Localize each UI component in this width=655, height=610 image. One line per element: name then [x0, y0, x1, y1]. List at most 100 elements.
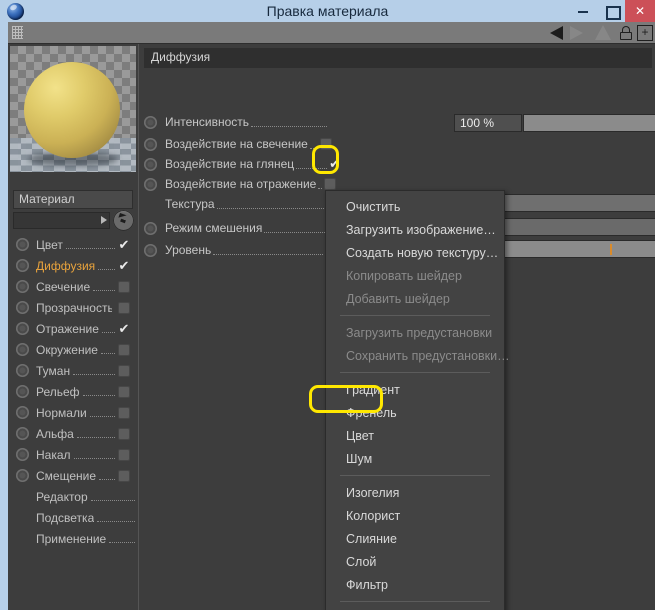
- channel-item[interactable]: Свечение: [8, 276, 138, 297]
- cursor-pick-icon[interactable]: [113, 210, 134, 231]
- menu-item[interactable]: Колорист: [326, 504, 504, 527]
- channel-radio[interactable]: [16, 448, 29, 461]
- channel-checkbox[interactable]: [118, 427, 130, 440]
- search-input[interactable]: [13, 212, 110, 229]
- channel-item[interactable]: Редактор: [8, 486, 138, 507]
- menu-item[interactable]: Создать новую текстуру…: [326, 241, 504, 264]
- row-label: Воздействие на глянец: [165, 157, 295, 171]
- menu-item[interactable]: Цвет: [326, 424, 504, 447]
- channel-item[interactable]: Прозрачность: [8, 297, 138, 318]
- menu-item[interactable]: Градиент: [326, 378, 504, 401]
- channel-radio[interactable]: [16, 469, 29, 482]
- client-area: + Материал Цвет ✔ Диффузия ✔ Свечение Прозрач…: [8, 22, 655, 610]
- menu-item[interactable]: Изогелия: [326, 481, 504, 504]
- channel-item[interactable]: Нормали: [8, 402, 138, 423]
- channel-item[interactable]: Подсветка: [8, 507, 138, 528]
- channel-label: Свечение: [36, 279, 91, 294]
- add-button[interactable]: +: [637, 25, 653, 41]
- channel-radio[interactable]: [16, 385, 29, 398]
- channel-item[interactable]: Применение: [8, 528, 138, 549]
- material-sidebar: Материал Цвет ✔ Диффузия ✔ Свечение Прозрачно…: [8, 44, 138, 610]
- channel-checkbox[interactable]: ✔: [118, 238, 130, 251]
- channel-checkbox[interactable]: [118, 364, 130, 377]
- minimize-button[interactable]: [569, 0, 597, 22]
- channel-radio[interactable]: [16, 301, 29, 314]
- channel-checkbox[interactable]: [118, 385, 130, 398]
- dot-leader: [97, 513, 135, 522]
- menu-item[interactable]: Фильтр: [326, 573, 504, 596]
- close-button[interactable]: [625, 0, 655, 22]
- menu-item[interactable]: Френель: [326, 401, 504, 424]
- material-editor-window: Правка материала + Материал: [0, 0, 655, 610]
- row-radio[interactable]: [144, 137, 157, 151]
- affect-luminance-checkbox[interactable]: [319, 138, 332, 150]
- channel-item[interactable]: Диффузия ✔: [8, 255, 138, 276]
- preview-sphere: [24, 62, 120, 158]
- channel-label: Смещение: [36, 468, 97, 483]
- grip-icon[interactable]: [12, 26, 23, 39]
- channel-radio[interactable]: [16, 406, 29, 419]
- lock-icon[interactable]: [620, 26, 632, 40]
- channel-label: Применение: [36, 531, 107, 546]
- channel-checkbox[interactable]: [118, 469, 130, 482]
- channel-item[interactable]: Цвет ✔: [8, 234, 138, 255]
- cone-icon[interactable]: [595, 25, 611, 40]
- menu-item-label: Шум: [346, 451, 373, 466]
- menu-item[interactable]: Шум: [326, 447, 504, 470]
- intensity-slider[interactable]: [523, 114, 655, 132]
- intensity-input[interactable]: 100 %: [454, 114, 522, 132]
- texture-context-menu: Очистить Загрузить изображение… Создать но…: [325, 190, 510, 610]
- channel-checkbox[interactable]: [118, 448, 130, 461]
- row-radio[interactable]: [144, 221, 157, 235]
- channel-item[interactable]: Отражение ✔: [8, 318, 138, 339]
- menu-item[interactable]: Загрузить изображение…: [326, 218, 504, 241]
- channel-checkbox[interactable]: ✔: [118, 322, 130, 335]
- channel-checkbox[interactable]: [118, 343, 130, 356]
- material-name-field[interactable]: Материал: [13, 190, 133, 209]
- dot-leader: [101, 324, 115, 333]
- channel-item[interactable]: Окружение: [8, 339, 138, 360]
- dot-leader: [251, 118, 328, 127]
- channel-radio[interactable]: [16, 259, 29, 272]
- window-title: Правка материала: [266, 3, 389, 19]
- channel-item[interactable]: Накал: [8, 444, 138, 465]
- channel-radio[interactable]: [16, 364, 29, 377]
- channel-item[interactable]: Смещение: [8, 465, 138, 486]
- menu-item[interactable]: Очистить: [326, 195, 504, 218]
- affect-specular-checkbox[interactable]: ✔: [329, 157, 342, 170]
- channel-radio[interactable]: [16, 343, 29, 356]
- menu-item-label: Френель: [346, 405, 397, 420]
- channel-checkbox[interactable]: ✔: [118, 259, 130, 272]
- row-radio[interactable]: [144, 243, 157, 257]
- channel-radio[interactable]: [16, 322, 29, 335]
- channel-label: Прозрачность: [36, 300, 112, 315]
- nav-forward-arrow-icon[interactable]: [570, 26, 583, 40]
- slider-marker: [610, 244, 612, 255]
- channel-radio[interactable]: [16, 427, 29, 440]
- channel-item[interactable]: Альфа: [8, 423, 138, 444]
- affect-reflection-checkbox[interactable]: [324, 178, 337, 190]
- menu-item[interactable]: Слияние: [326, 527, 504, 550]
- channel-checkbox[interactable]: [118, 301, 130, 314]
- menu-item-label: Фильтр: [346, 577, 388, 592]
- dot-leader: [73, 450, 115, 459]
- channel-label: Подсветка: [36, 510, 95, 525]
- dot-leader: [82, 387, 115, 396]
- dot-leader: [98, 261, 115, 270]
- channel-radio[interactable]: [16, 280, 29, 293]
- menu-item: Добавить шейдер: [326, 287, 504, 310]
- row-radio[interactable]: [144, 177, 157, 191]
- channel-checkbox[interactable]: [118, 406, 130, 419]
- material-preview[interactable]: [10, 46, 136, 172]
- menu-item[interactable]: Слой: [326, 550, 504, 573]
- channel-item[interactable]: Рельеф: [8, 381, 138, 402]
- nav-back-arrow-icon[interactable]: [550, 26, 563, 40]
- channel-radio[interactable]: [16, 238, 29, 251]
- channel-checkbox[interactable]: [118, 280, 130, 293]
- channel-label: Цвет: [36, 237, 63, 252]
- maximize-button[interactable]: [597, 0, 625, 22]
- row-radio[interactable]: [144, 157, 157, 171]
- row-radio[interactable]: [144, 115, 157, 129]
- menu-item-label: Создать новую текстуру…: [346, 245, 499, 260]
- channel-item[interactable]: Туман: [8, 360, 138, 381]
